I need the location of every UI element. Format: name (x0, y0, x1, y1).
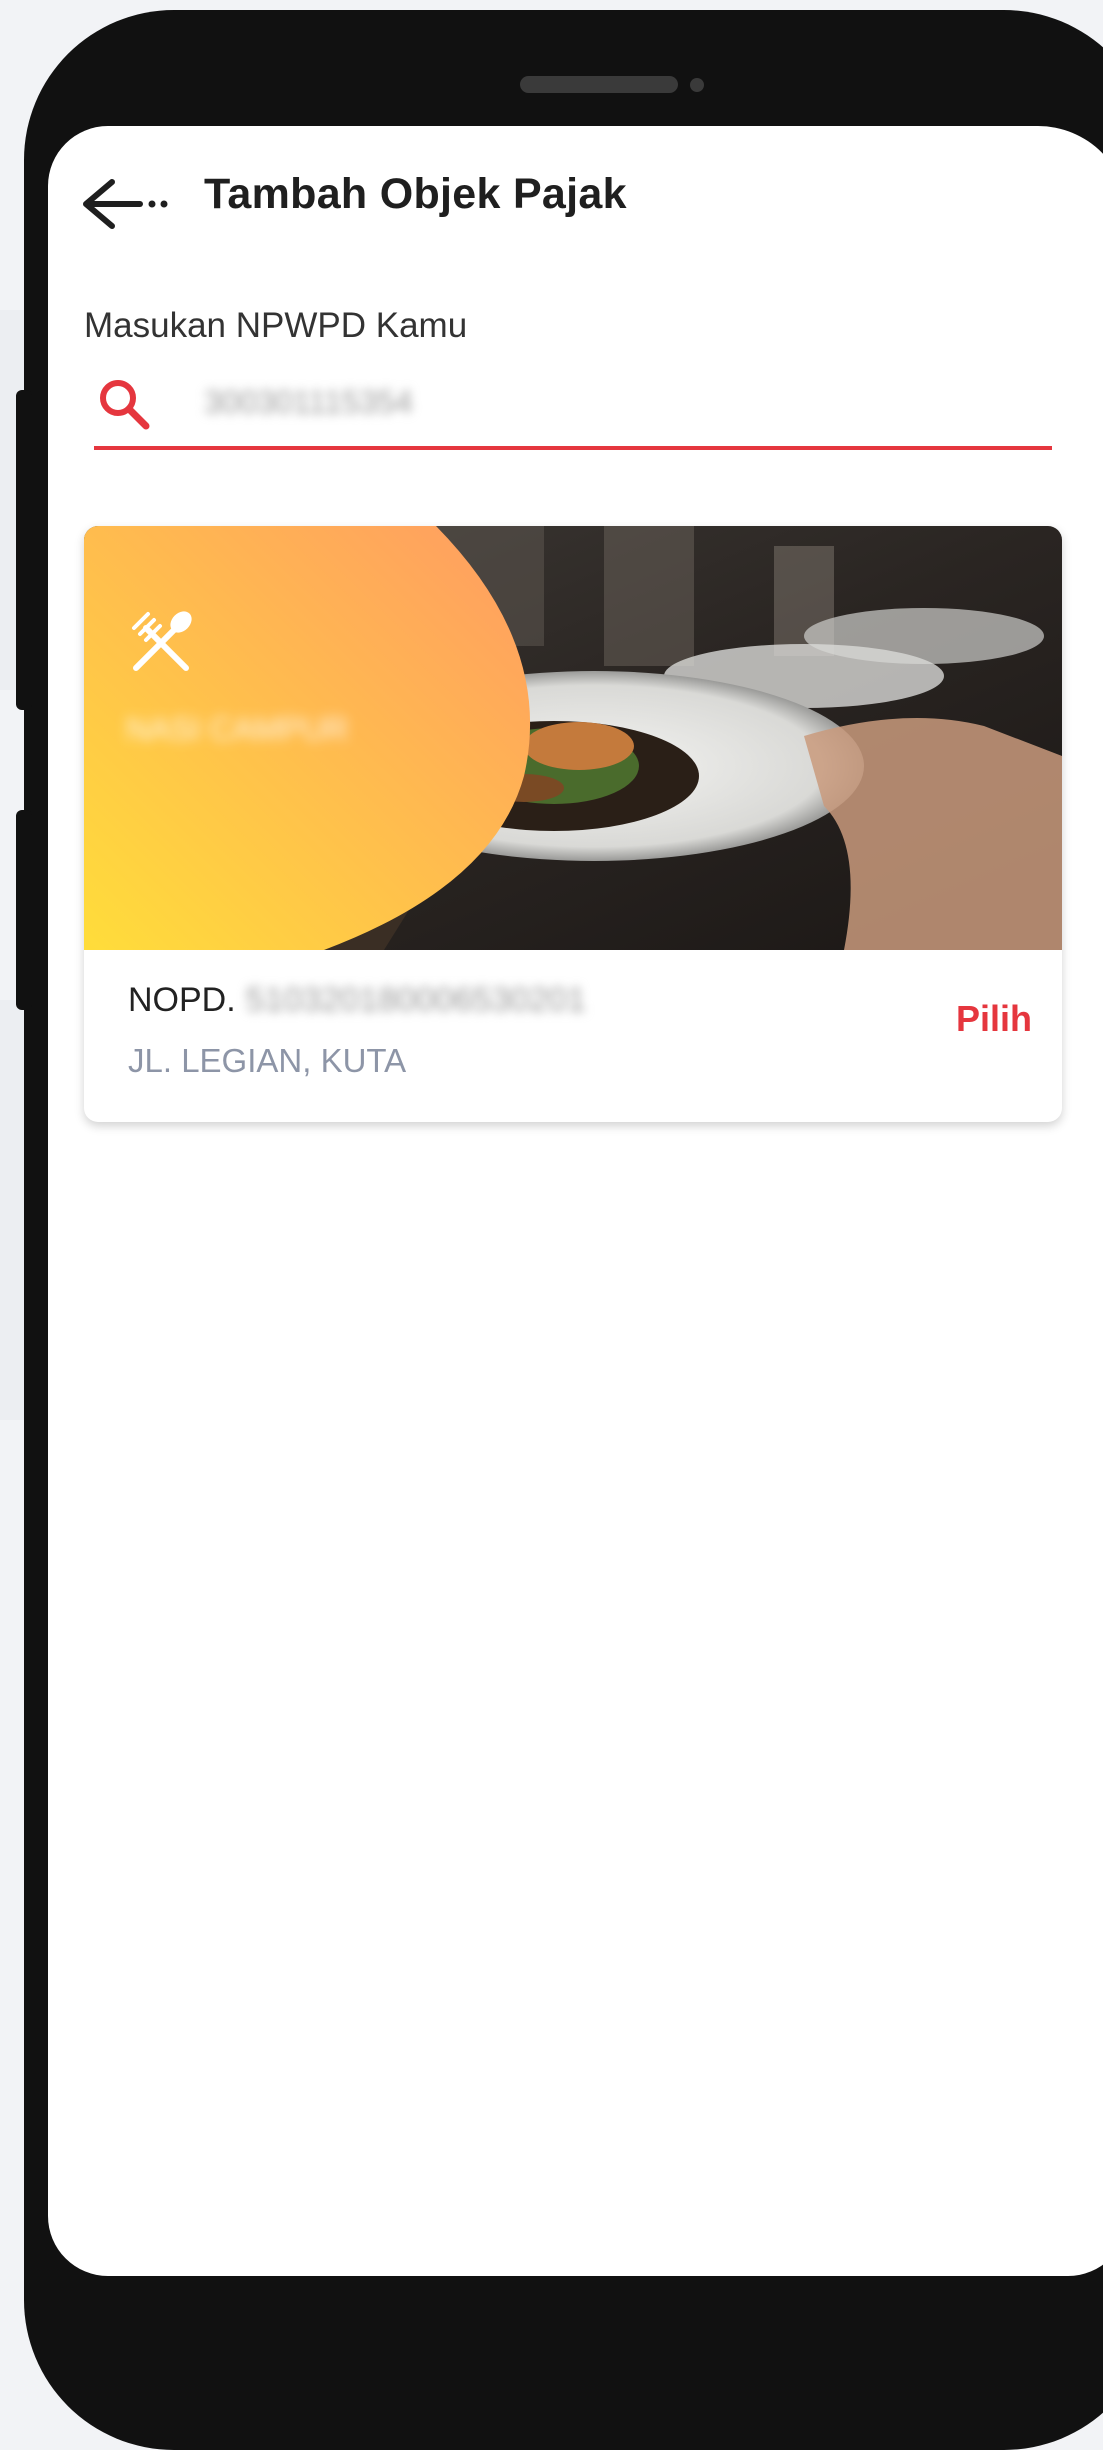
back-button[interactable] (78, 164, 208, 244)
nopd-row: NOPD. 510320180006530201 (128, 981, 586, 1020)
nopd-value: 510320180006530201 (245, 981, 587, 1019)
page-title: Tambah Objek Pajak (204, 170, 627, 218)
fork-spoon-icon (132, 611, 192, 671)
phone-side-button (16, 390, 32, 710)
address: JL. LEGIAN, KUTA (128, 1042, 407, 1079)
npwpd-input[interactable] (204, 374, 804, 430)
tax-object-card[interactable]: NASI CAMPUR NOPD. 510320180006530201 JL. … (84, 526, 1062, 1122)
select-button[interactable]: Pilih (956, 998, 1032, 1040)
phone-speaker (520, 76, 678, 93)
app-screen: Tambah Objek Pajak Masukan NPWPD Kamu 30… (48, 126, 1103, 2276)
category-name: NASI CAMPUR (126, 711, 349, 747)
search-icon (100, 380, 150, 430)
npwpd-search-field[interactable] (94, 366, 1052, 450)
phone-side-button (16, 810, 32, 1010)
arrow-left-icon (83, 179, 168, 229)
phone-camera (690, 78, 704, 92)
nopd-label: NOPD. (128, 981, 236, 1019)
npwpd-label: Masukan NPWPD Kamu (84, 306, 468, 345)
app-header: Tambah Objek Pajak (48, 126, 1103, 256)
